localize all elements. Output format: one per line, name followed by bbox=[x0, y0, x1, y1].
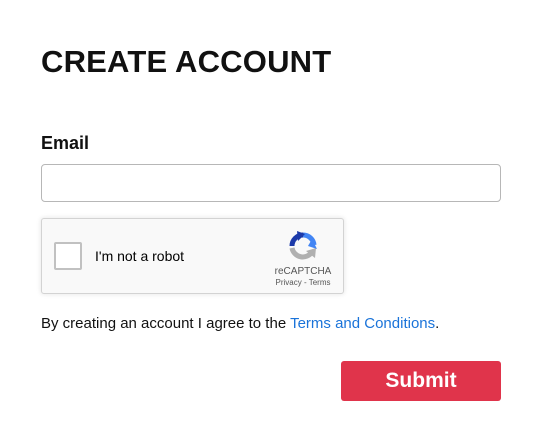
recaptcha-terms-link[interactable]: Terms bbox=[309, 278, 331, 287]
recaptcha-links-separator: - bbox=[301, 278, 309, 287]
terms-and-conditions-link[interactable]: Terms and Conditions bbox=[290, 315, 435, 332]
recaptcha-brand: reCAPTCHA bbox=[274, 266, 332, 277]
create-account-page: CREATE ACCOUNT Email I'm not a robot reC… bbox=[0, 0, 545, 440]
submit-button[interactable]: Submit bbox=[341, 361, 501, 401]
recaptcha-label: I'm not a robot bbox=[95, 248, 185, 264]
agreement-prefix: By creating an account I agree to the bbox=[41, 315, 291, 332]
email-field[interactable] bbox=[41, 164, 501, 202]
recaptcha-widget: I'm not a robot reCAPTCHA Privacy - Term… bbox=[41, 218, 344, 294]
agreement-suffix: . bbox=[435, 315, 440, 332]
recaptcha-logo-icon bbox=[289, 231, 317, 260]
recaptcha-privacy-link[interactable]: Privacy bbox=[276, 278, 302, 287]
email-label: Email bbox=[41, 133, 90, 153]
recaptcha-links: Privacy - Terms bbox=[264, 278, 342, 288]
recaptcha-checkbox[interactable] bbox=[54, 242, 82, 270]
page-title: CREATE ACCOUNT bbox=[41, 44, 332, 79]
terms-agreement-text: By creating an account I agree to the Te… bbox=[41, 315, 439, 333]
